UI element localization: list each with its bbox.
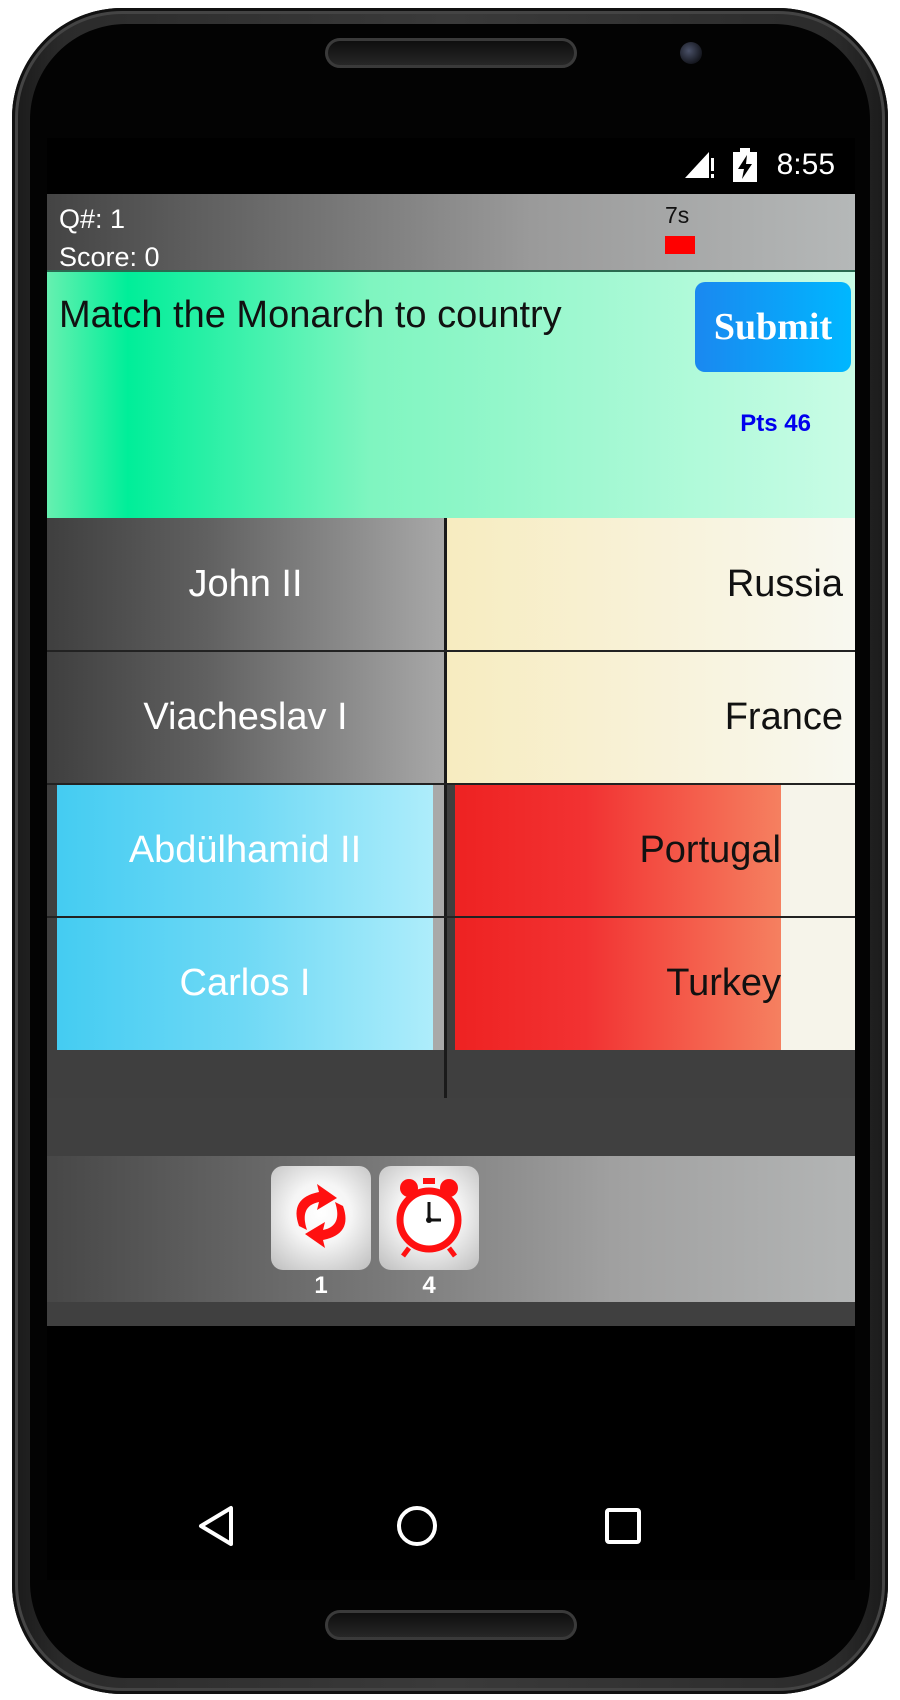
question-text: Match the Monarch to country bbox=[59, 294, 562, 336]
game-header: Q#: 1 Score: 0 7s bbox=[47, 194, 855, 272]
screen: 8:55 Q#: 1 Score: 0 7s Match the Monarch… bbox=[47, 138, 855, 1580]
points-label: Pts 46 bbox=[740, 410, 811, 437]
earpiece-speaker bbox=[325, 38, 577, 68]
monarch-cell[interactable]: Viacheslav I bbox=[47, 651, 444, 784]
spacer bbox=[47, 1098, 855, 1156]
nav-home-button[interactable] bbox=[387, 1498, 447, 1558]
nav-back-button[interactable] bbox=[187, 1498, 247, 1558]
powerup-toolbar: 1 4 bbox=[47, 1156, 855, 1302]
country-cell[interactable]: France bbox=[447, 651, 855, 784]
swap-powerup-button[interactable] bbox=[271, 1166, 371, 1270]
home-circle-icon bbox=[395, 1504, 439, 1553]
signal-icon bbox=[685, 152, 715, 183]
column-divider bbox=[444, 518, 447, 1098]
timer-bar-fill bbox=[665, 236, 695, 254]
monarch-cell-selected[interactable]: Carlos I bbox=[57, 917, 433, 1050]
recents-square-icon bbox=[603, 1506, 643, 1551]
time-powerup-count: 4 bbox=[422, 1272, 436, 1299]
match-grid: John II Viacheslav I Abdülhamid II Carlo… bbox=[47, 518, 855, 1098]
swap-powerup-count: 1 bbox=[314, 1272, 328, 1299]
monarch-cell-selected[interactable]: Abdülhamid II bbox=[57, 784, 433, 917]
row-divider bbox=[47, 916, 855, 918]
row-divider bbox=[47, 650, 855, 652]
question-number: Q#: 1 bbox=[59, 204, 126, 234]
monarch-cell[interactable]: John II bbox=[47, 518, 444, 651]
country-cell[interactable]: Russia bbox=[447, 518, 855, 651]
question-panel: Match the Monarch to country Submit Pts … bbox=[47, 270, 855, 520]
bottom-speaker bbox=[325, 1610, 577, 1640]
timer-bar bbox=[665, 236, 695, 254]
alarm-clock-icon bbox=[389, 1174, 469, 1263]
android-nav-bar bbox=[47, 1468, 855, 1580]
battery-charging-icon bbox=[733, 148, 757, 187]
timer-label: 7s bbox=[665, 202, 690, 228]
time-powerup-button[interactable] bbox=[379, 1166, 479, 1270]
country-cell-selected[interactable]: Portugal bbox=[455, 784, 781, 917]
spacer-bottom bbox=[47, 1302, 855, 1326]
status-bar: 8:55 bbox=[47, 138, 855, 194]
status-time: 8:55 bbox=[776, 148, 835, 181]
nav-recents-button[interactable] bbox=[593, 1498, 653, 1558]
swap-arrows-icon bbox=[281, 1176, 361, 1261]
front-camera bbox=[680, 42, 702, 64]
submit-button[interactable]: Submit bbox=[695, 282, 851, 372]
country-cell-selected[interactable]: Turkey bbox=[455, 917, 781, 1050]
row-divider bbox=[47, 783, 855, 785]
back-triangle-icon bbox=[197, 1504, 237, 1553]
score-label: Score: 0 bbox=[59, 242, 160, 272]
